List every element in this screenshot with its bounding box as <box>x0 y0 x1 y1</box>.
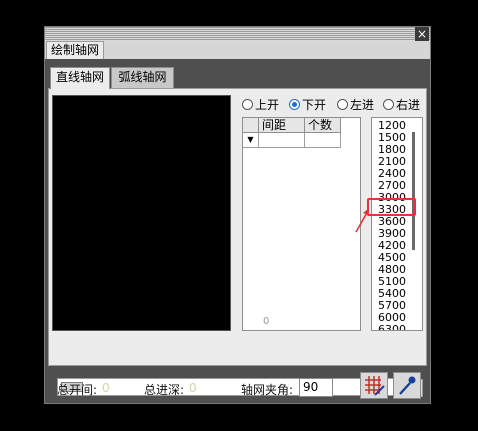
radio-top-open[interactable]: 上开 <box>242 96 279 112</box>
count-cell[interactable] <box>305 133 341 148</box>
tab-arc-grid[interactable]: 弧线轴网 <box>111 67 174 88</box>
total-open-label: 总开间: <box>57 383 98 397</box>
main-panel: 直线轴网 弧线轴网 上开 下开 左进 右进 间距 个数 ▼ 0 1200 150… <box>45 59 430 403</box>
grid-preview-canvas[interactable] <box>52 95 231 331</box>
radio-bottom-open[interactable]: 下开 <box>289 96 326 112</box>
dialog-title-tab: 绘制轴网 <box>46 41 104 59</box>
radio-top-open-label: 上开 <box>255 97 280 112</box>
total-open-value: 0 <box>102 381 110 395</box>
spacing-list-item[interactable]: 6300 <box>378 324 406 331</box>
radio-bottom-open-indicator[interactable] <box>289 98 300 110</box>
selected-value-highlight <box>367 198 416 216</box>
spacing-table: 间距 个数 ▼ 0 <box>242 117 361 331</box>
radio-top-open-indicator[interactable] <box>242 98 253 110</box>
eyedropper-icon <box>399 376 416 395</box>
column-header-spacing[interactable]: 间距 <box>259 118 305 133</box>
close-button[interactable]: × <box>415 27 429 41</box>
pick-grid-button[interactable] <box>393 372 421 399</box>
tab-content: 上开 下开 左进 右进 间距 个数 ▼ 0 1200 1500 1800 210… <box>48 88 427 366</box>
axis-grid-dialog: × 绘制轴网 直线轴网 弧线轴网 上开 下开 左进 右进 间距 个数 ▼ 0 1… <box>44 26 431 404</box>
total-depth-value: 0 <box>189 381 197 395</box>
radio-left-depth-indicator[interactable] <box>337 98 348 110</box>
draw-grid-button[interactable] <box>360 372 388 399</box>
radio-bottom-open-label: 下开 <box>302 97 327 112</box>
radio-left-depth-label: 左进 <box>350 97 375 112</box>
annotation-arrow-icon <box>355 208 369 233</box>
total-depth-label: 总进深: <box>144 383 185 397</box>
radio-left-depth[interactable]: 左进 <box>337 96 374 112</box>
table-footer-value: 0 <box>263 316 270 327</box>
radio-right-depth[interactable]: 右进 <box>383 96 420 112</box>
table-corner <box>243 118 259 133</box>
radio-right-depth-label: 右进 <box>396 97 421 112</box>
grid-angle-input[interactable]: 90 <box>299 378 333 397</box>
tab-straight-grid[interactable]: 直线轴网 <box>50 67 110 89</box>
grid-draw-icon <box>365 376 385 396</box>
grid-angle-label: 轴网夹角: <box>241 383 294 397</box>
column-header-count[interactable]: 个数 <box>305 118 341 133</box>
spacing-value-list[interactable]: 1200 1500 1800 2100 2400 2700 3000 3300 3600 3900… <box>371 117 423 331</box>
spacing-cell[interactable] <box>259 133 305 148</box>
radio-right-depth-indicator[interactable] <box>383 98 394 110</box>
row-marker[interactable]: ▼ <box>243 133 259 148</box>
list-scrollbar[interactable] <box>412 132 415 250</box>
title-bar[interactable] <box>45 27 430 41</box>
